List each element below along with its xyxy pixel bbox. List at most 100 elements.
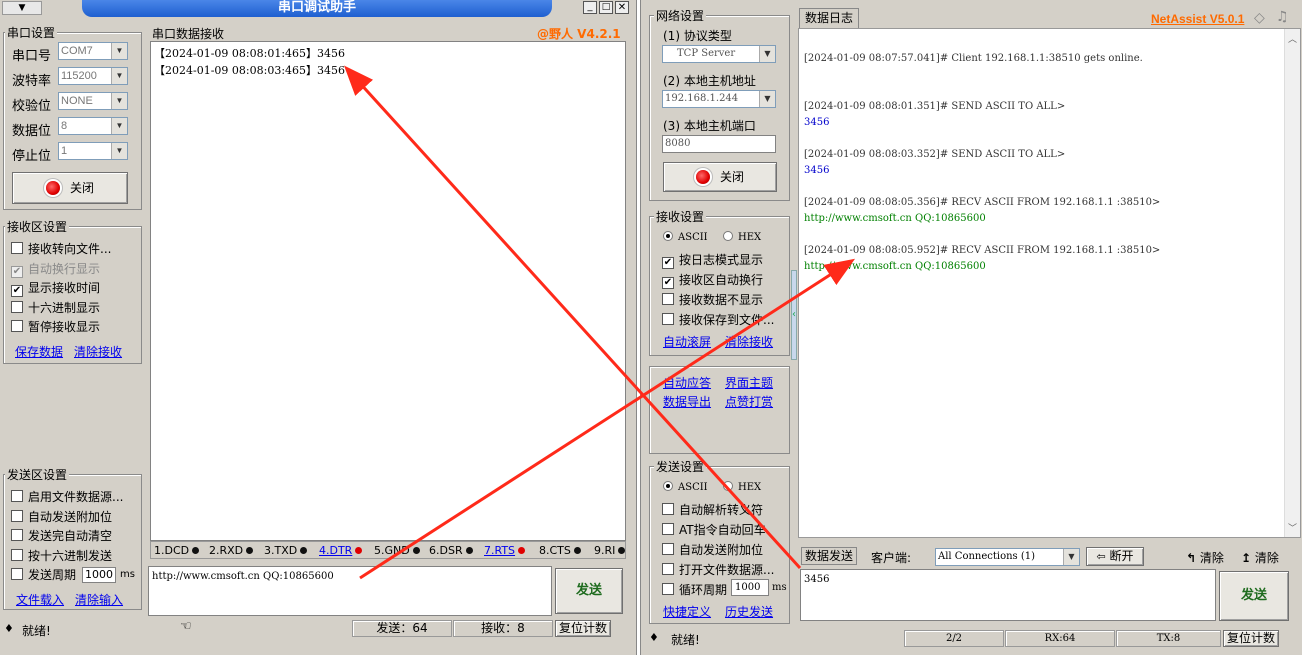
log-tab[interactable]: 数据日志 xyxy=(799,8,859,28)
net-recv-option-2[interactable]: 接收数据不显示 xyxy=(662,291,763,308)
scroll-down-icon[interactable]: ﹀ xyxy=(1288,521,1297,534)
net-recv-option-0[interactable]: ✔ 按日志模式显示 xyxy=(662,251,763,269)
history-link[interactable]: 历史发送 xyxy=(725,603,773,620)
net-recv-option-3[interactable]: 接收保存到文件... xyxy=(662,311,774,328)
send-tab[interactable]: 数据发送 xyxy=(801,547,857,565)
log-entry-body: http://www.cmsoft.cn QQ:10865600 xyxy=(804,213,986,224)
left-title-bar[interactable]: ▼ 串口调试助手 _ □ ✕ xyxy=(0,0,636,18)
net-clear-recv-link[interactable]: 清除接收 xyxy=(725,333,773,350)
status-sent: 发送：64 xyxy=(352,620,452,637)
net-send-label: 发送设置 xyxy=(654,458,707,475)
cycle-period-input[interactable]: 1000 xyxy=(731,579,769,596)
chevron-down-icon: ▼ xyxy=(759,46,775,62)
net-send-option-3[interactable]: 打开文件数据源... xyxy=(662,561,774,578)
signal-led-icon xyxy=(412,547,420,554)
log-entry-body: 3456 xyxy=(804,165,830,176)
net-send-option-0[interactable]: 自动解析转义符 xyxy=(662,501,763,518)
scroll-up-icon[interactable]: ︿ xyxy=(1288,32,1297,45)
send-option-1[interactable]: 自动发送附加位 xyxy=(11,508,112,525)
port-select[interactable]: COM7 ▼ xyxy=(58,42,128,60)
clear-log-button[interactable]: ↥ 清除 xyxy=(1241,549,1279,566)
disconnect-button[interactable]: ⇦ 断开 xyxy=(1086,547,1144,566)
net-send-option-2[interactable]: 自动发送附加位 xyxy=(662,541,763,558)
signal-led-icon xyxy=(518,547,526,554)
parity-label: 校验位 xyxy=(12,99,52,114)
recv-hex-radio[interactable]: HEX xyxy=(723,231,761,243)
status-led-icon xyxy=(695,170,710,184)
close-window-button[interactable]: ✕ xyxy=(615,1,629,14)
send-option-3[interactable]: 按十六进制发送 xyxy=(11,547,112,564)
databits-select[interactable]: 8 ▼ xyxy=(58,117,128,135)
chevron-down-icon: ▼ xyxy=(111,68,127,84)
clear-input-link[interactable]: 清除输入 xyxy=(75,591,123,608)
proto-select[interactable]: TCP Server ▼ xyxy=(662,45,776,63)
app-menu-icon[interactable]: ▼ xyxy=(2,1,42,15)
parity-select[interactable]: NONE ▼ xyxy=(58,92,128,110)
signal-0: 1.DCD xyxy=(154,544,200,557)
shortcut-link[interactable]: 快捷定义 xyxy=(663,603,711,620)
recv-option-3[interactable]: 十六进制显示 xyxy=(11,299,100,316)
save-data-link[interactable]: 保存数据 xyxy=(15,343,63,360)
net-send-text: 3456 xyxy=(804,574,830,585)
recv-option-4[interactable]: 暂停接收显示 xyxy=(11,318,100,335)
close-server-button[interactable]: 关闭 xyxy=(663,162,777,192)
stopbits-select[interactable]: 1 ▼ xyxy=(58,142,128,160)
close-port-button[interactable]: 关闭 xyxy=(12,172,128,204)
recv-option-0[interactable]: 接收转向文件... xyxy=(11,240,111,257)
send-option-4[interactable]: 发送周期 xyxy=(11,566,76,583)
send-button[interactable]: 发送 xyxy=(555,568,623,614)
net-reset-count-button[interactable]: 复位计数 xyxy=(1223,630,1279,647)
bell-icon[interactable]: ♫ xyxy=(1276,9,1289,25)
net-recv-option-1[interactable]: ✔ 接收区自动换行 xyxy=(662,271,763,289)
net-status-ready: 就绪! xyxy=(671,633,700,647)
ready-icon: ♦ xyxy=(4,622,14,635)
send-option-2[interactable]: 发送完自动清空 xyxy=(11,527,112,544)
net-send-button[interactable]: 发送 xyxy=(1219,571,1289,621)
send-period-input[interactable]: 1000 xyxy=(82,567,116,583)
send-hex-radio[interactable]: HEX xyxy=(723,481,761,493)
checkbox-checked-icon: ✔ xyxy=(11,285,23,297)
net-send-option-4[interactable]: 循环周期 xyxy=(662,581,727,598)
theme-link[interactable]: 界面主题 xyxy=(725,374,773,391)
signal-led-icon xyxy=(465,547,473,554)
log-entry-header: [2024-01-09 08:08:05.356]# RECV ASCII FR… xyxy=(804,197,1161,208)
signal-2: 3.TXD xyxy=(264,544,308,557)
diamond-icon[interactable]: ◇ xyxy=(1254,10,1265,26)
send-ascii-radio[interactable]: ASCII xyxy=(663,481,708,493)
recv-option-2[interactable]: ✔ 显示接收时间 xyxy=(11,279,100,297)
donate-link[interactable]: 点赞打赏 xyxy=(725,393,773,410)
panel-splitter[interactable]: ‹ xyxy=(791,270,797,360)
minimize-button[interactable]: _ xyxy=(583,1,597,14)
host-select[interactable]: 192.168.1.244 ▼ xyxy=(662,90,776,108)
log-area[interactable]: [2024-01-09 08:07:57.041]# Client 192.16… xyxy=(798,28,1301,538)
port-input[interactable]: 8080 xyxy=(662,135,776,153)
export-link[interactable]: 数据导出 xyxy=(663,393,711,410)
net-send-text-area[interactable]: 3456 xyxy=(800,569,1216,621)
auto-scroll-link[interactable]: 自动滚屏 xyxy=(663,333,711,350)
load-file-link[interactable]: 文件载入 xyxy=(16,591,64,608)
left-brand: @野人 V4.2.1 xyxy=(537,27,621,41)
signal-6[interactable]: 7.RTS xyxy=(484,544,526,557)
recv-option-1[interactable]: ✔ 自动换行显示 xyxy=(11,260,100,278)
clear-up-icon: ↥ xyxy=(1241,551,1252,565)
checkbox-icon xyxy=(11,300,23,313)
checkbox-icon xyxy=(11,490,23,502)
reset-count-button[interactable]: 复位计数 xyxy=(555,620,611,637)
auto-reply-link[interactable]: 自动应答 xyxy=(663,374,711,391)
clear-recv-link[interactable]: 清除接收 xyxy=(74,343,122,360)
clear-send-button[interactable]: ↰ 清除 xyxy=(1186,549,1224,566)
send-option-0[interactable]: 启用文件数据源... xyxy=(11,488,123,505)
recv-text-area[interactable]: 【2024-01-09 08:08:01:465】3456 【2024-01-09… xyxy=(150,41,626,541)
net-send-option-1[interactable]: AT指令自动回车 xyxy=(662,521,766,538)
chevron-down-icon: ▼ xyxy=(111,43,127,59)
log-scrollbar[interactable]: ︿ ﹀ xyxy=(1284,29,1300,537)
send-text-area[interactable]: http://www.cmsoft.cn QQ:10865600 xyxy=(148,566,552,616)
back-arrow-icon: ⇦ xyxy=(1096,550,1106,563)
baud-select[interactable]: 115200 ▼ xyxy=(58,67,128,85)
maximize-button[interactable]: □ xyxy=(599,1,613,14)
client-select[interactable]: All Connections (1) ▼ xyxy=(935,548,1080,566)
checkbox-checked-icon: ✔ xyxy=(11,265,23,278)
window-title: 串口调试助手 xyxy=(277,0,356,15)
signal-3[interactable]: 4.DTR xyxy=(319,544,363,557)
recv-ascii-radio[interactable]: ASCII xyxy=(663,231,708,243)
